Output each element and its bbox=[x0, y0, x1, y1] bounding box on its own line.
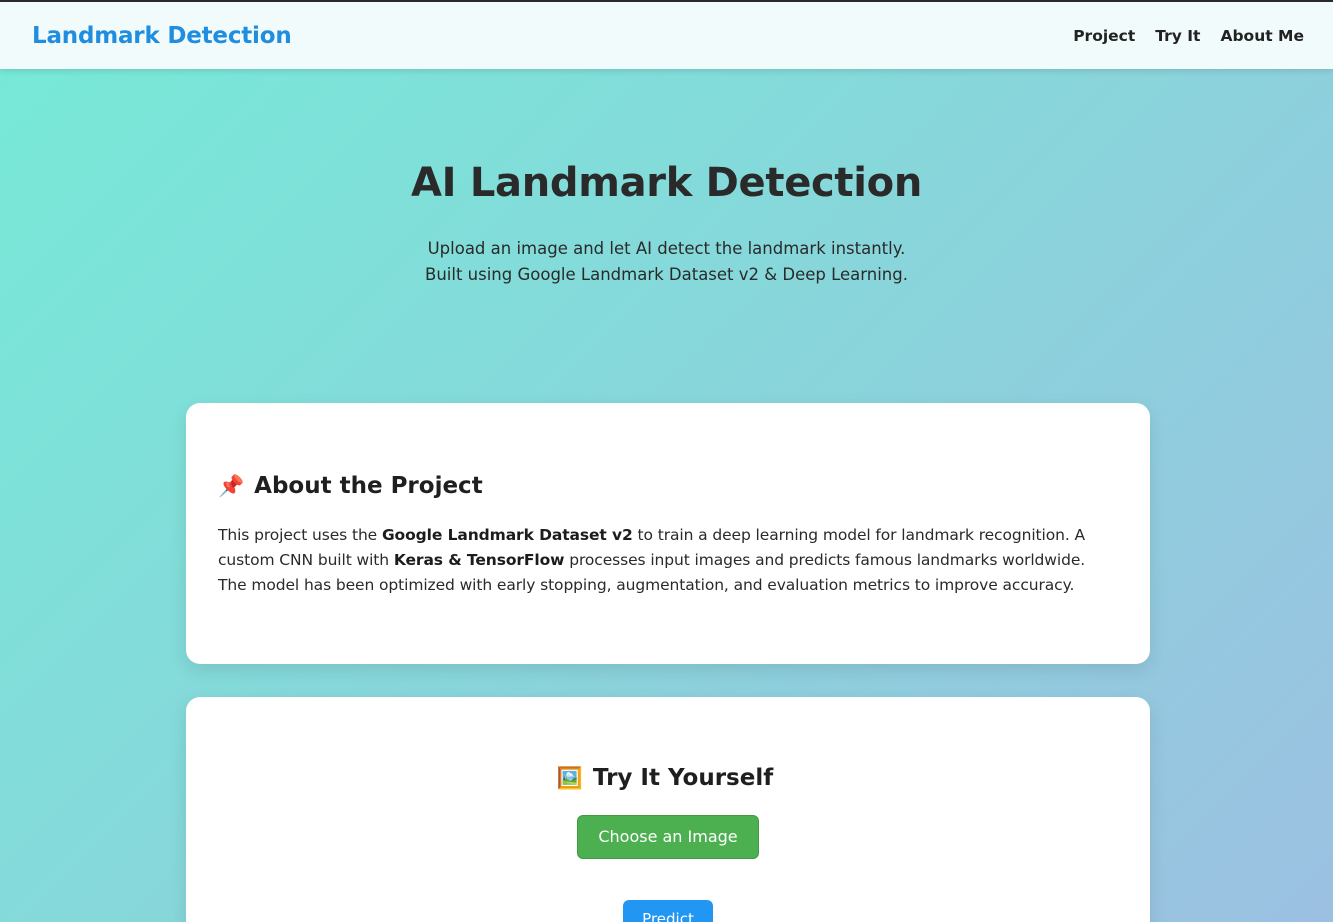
hero-subtitle: Upload an image and let AI detect the la… bbox=[0, 236, 1333, 288]
about-text-part-1: This project uses the bbox=[218, 526, 382, 544]
try-heading-text: Try It Yourself bbox=[592, 765, 774, 791]
about-bold-dataset: Google Landmark Dataset v2 bbox=[381, 526, 633, 544]
nav-link-project[interactable]: Project bbox=[1073, 27, 1135, 45]
brand-logo-link[interactable]: Landmark Detection bbox=[32, 23, 292, 49]
about-description: This project uses the Google Landmark Da… bbox=[218, 523, 1118, 598]
framed-picture-icon: 🖼️ bbox=[556, 765, 583, 790]
nav-link-about-me[interactable]: About Me bbox=[1220, 27, 1304, 45]
about-heading: 📌 About the Project bbox=[218, 473, 1118, 499]
about-heading-text: About the Project bbox=[254, 473, 483, 499]
hero-subtitle-line-2: Built using Google Landmark Dataset v2 &… bbox=[425, 265, 908, 284]
hero-section: AI Landmark Detection Upload an image an… bbox=[0, 160, 1333, 288]
nav-links: Project Try It About Me bbox=[1073, 27, 1304, 45]
choose-image-button[interactable]: Choose an Image bbox=[577, 815, 759, 859]
hero-title: AI Landmark Detection bbox=[410, 160, 923, 206]
pushpin-icon: 📌 bbox=[218, 473, 245, 498]
navbar: Landmark Detection Project Try It About … bbox=[0, 2, 1333, 69]
about-bold-framework: Keras & TensorFlow bbox=[393, 551, 565, 569]
hero-subtitle-line-1: Upload an image and let AI detect the la… bbox=[427, 239, 906, 258]
nav-link-try-it[interactable]: Try It bbox=[1155, 27, 1200, 45]
predict-button[interactable]: Predict bbox=[623, 900, 713, 922]
about-project-card: 📌 About the Project This project uses th… bbox=[186, 403, 1150, 664]
try-heading: 🖼️ Try It Yourself bbox=[186, 765, 1144, 791]
try-it-card: 🖼️ Try It Yourself Choose an Image Predi… bbox=[186, 697, 1150, 922]
